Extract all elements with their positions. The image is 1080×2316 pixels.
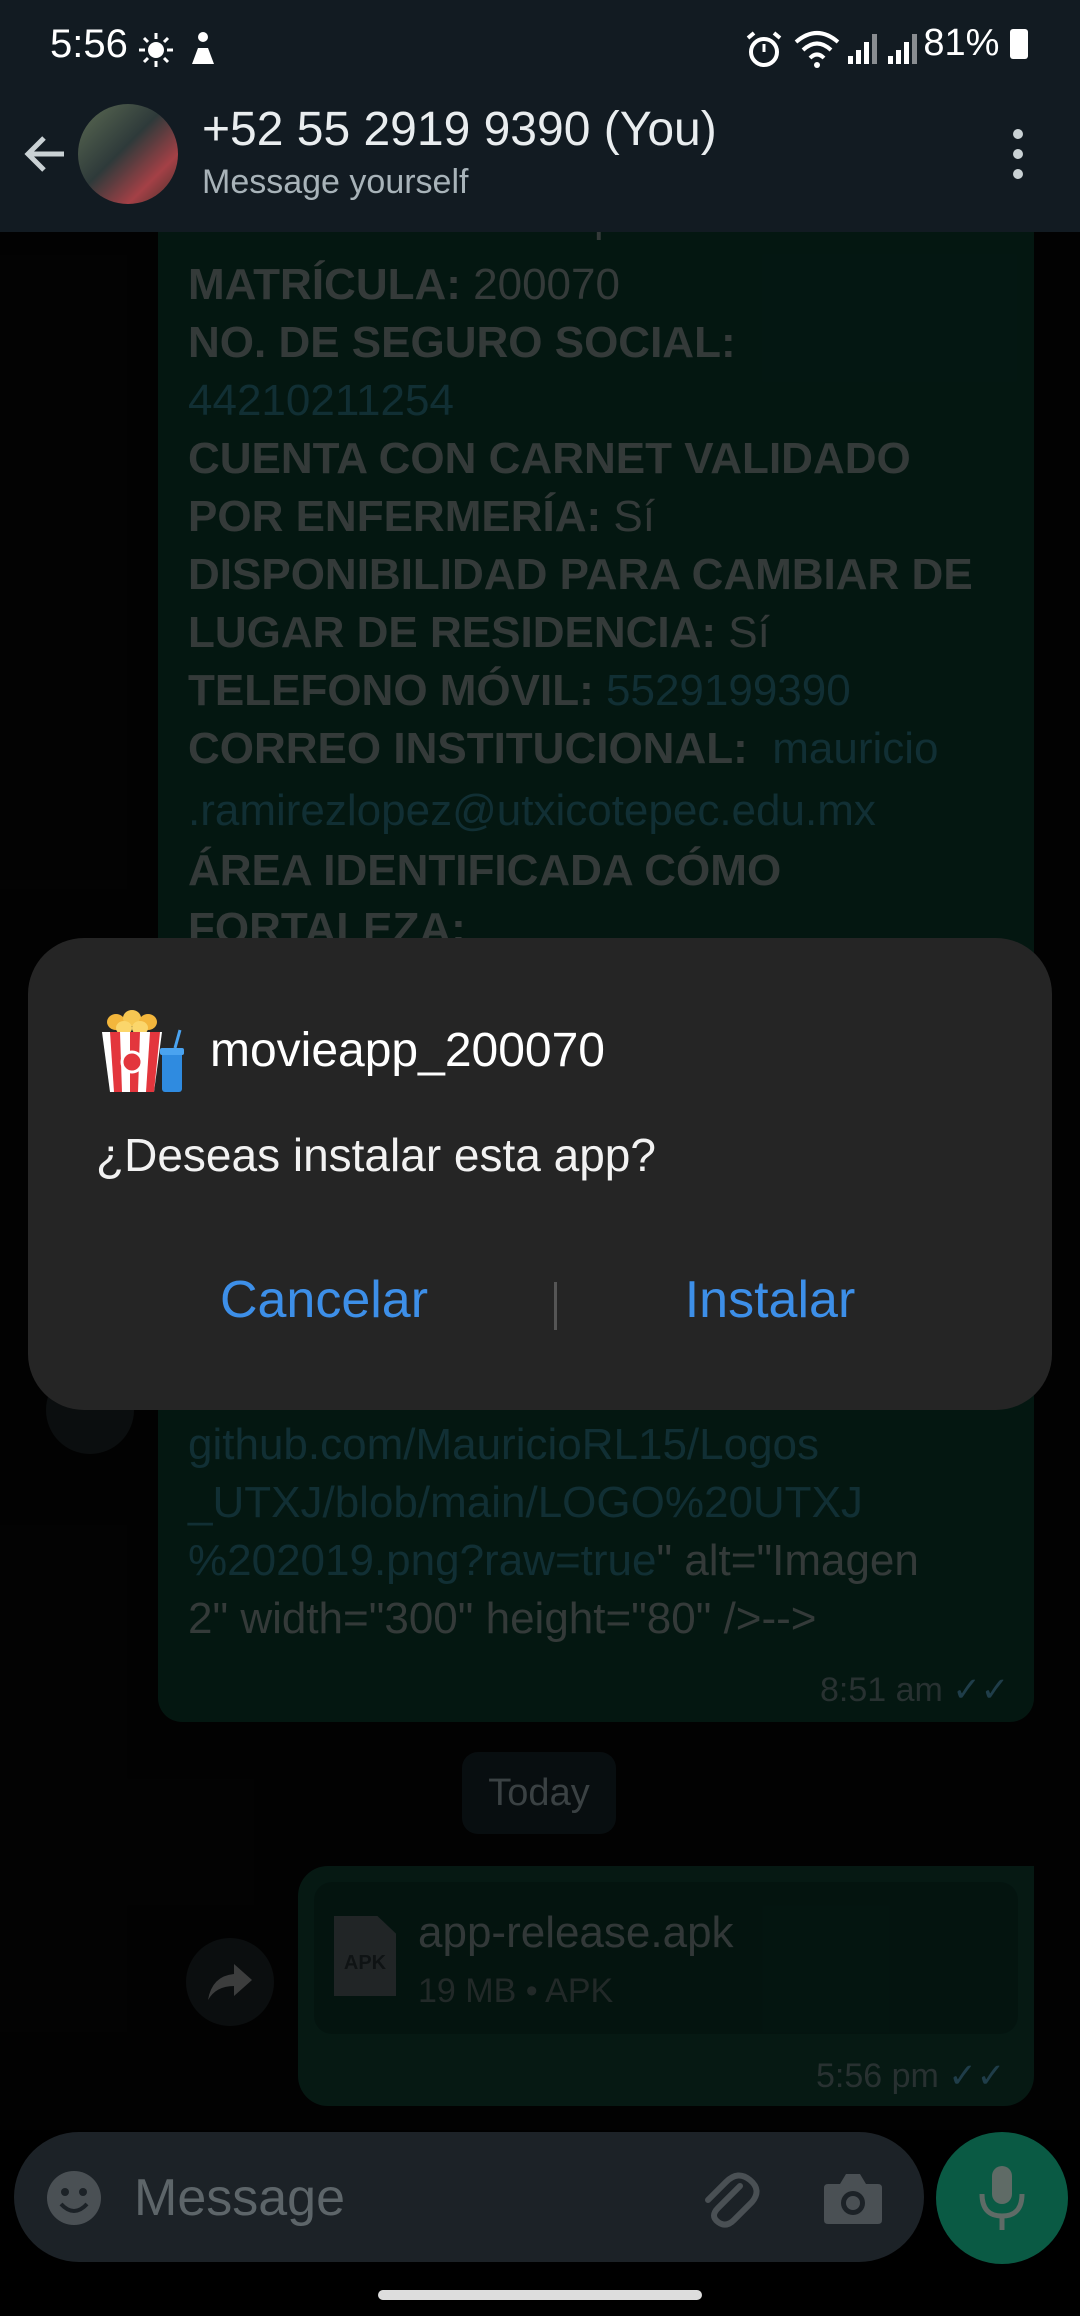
popcorn-app-icon: [102, 1010, 184, 1092]
more-options-icon[interactable]: [1000, 126, 1036, 182]
signal-icon-1: [848, 34, 877, 64]
dialog-app-name: movieapp_200070: [210, 1024, 605, 1077]
cancel-button[interactable]: Cancelar: [124, 1270, 524, 1330]
contact-name[interactable]: +52 55 2919 9390 (You): [202, 102, 717, 157]
microphone-icon: [979, 2166, 1025, 2230]
voice-message-button[interactable]: [936, 2132, 1068, 2264]
emoji-icon[interactable]: [44, 2168, 104, 2228]
message-input[interactable]: Message: [134, 2168, 345, 2228]
wifi-icon: [794, 31, 840, 68]
alarm-icon: [746, 31, 782, 67]
status-time: 5:56: [50, 22, 128, 66]
accessibility-icon: [192, 32, 214, 64]
install-button[interactable]: Instalar: [570, 1270, 970, 1330]
back-arrow-icon[interactable]: [20, 128, 72, 180]
dialog-button-divider: [554, 1282, 557, 1330]
battery-percent: 81%: [923, 22, 1000, 64]
battery-level: 81%: [923, 22, 1028, 65]
signal-icon-2: [888, 34, 917, 64]
dialog-question: ¿Deseas instalar esta app?: [96, 1129, 656, 1181]
attach-icon[interactable]: [696, 2166, 760, 2230]
gesture-nav-bar[interactable]: [378, 2290, 702, 2300]
avatar[interactable]: [78, 104, 178, 204]
battery-icon: [1010, 29, 1028, 59]
camera-icon[interactable]: [822, 2170, 884, 2226]
brightness-icon: [139, 33, 173, 67]
contact-status: Message yourself: [202, 163, 469, 201]
